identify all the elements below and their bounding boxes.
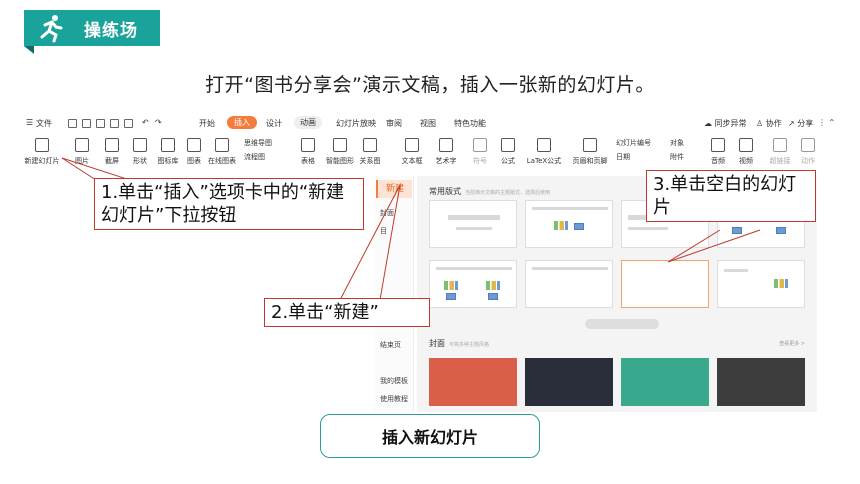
wordart-icon	[439, 138, 453, 152]
menu-bar: ☰ 文件 ↶ ↷ 开始 插入 设计 动画 幻灯片放映 审阅 视图 特色功能 ☁ …	[22, 116, 838, 134]
common-layout-title: 常用版式 当前演示文稿的主题版式，选择后使用	[429, 187, 551, 196]
tab-insert[interactable]: 插入	[227, 116, 257, 129]
online-chart-icon	[215, 138, 229, 152]
nav-cover[interactable]: 封面	[380, 208, 394, 218]
screenshot-icon	[105, 138, 119, 152]
ribbon: 新建幻灯片 图片 截屏 形状 图标库 图表 在线图表 思维导图 流程图 表格 智…	[22, 138, 838, 172]
preview-icon[interactable]	[124, 119, 133, 128]
date-button[interactable]: 日期	[616, 152, 630, 162]
latex-button[interactable]: LaTeX公式	[524, 138, 564, 166]
nav-tutorial[interactable]: 使用教程	[380, 394, 408, 404]
cover-template-1[interactable]	[429, 358, 517, 406]
cover-template-4[interactable]	[717, 358, 805, 406]
slide-number-button[interactable]: 幻灯片编号	[616, 138, 651, 148]
new-slide-button[interactable]: 新建幻灯片	[22, 138, 62, 166]
cover-template-3[interactable]	[621, 358, 709, 406]
callout-step-3: 3.单击空白的幻灯片	[646, 170, 816, 222]
header-footer-button[interactable]: 页眉和页脚	[570, 138, 610, 166]
nav-end[interactable]: 结束页	[380, 340, 401, 350]
attachment-button[interactable]: 附件	[670, 152, 684, 162]
menu-icon[interactable]: ☰	[26, 118, 33, 127]
open-icon[interactable]	[68, 119, 77, 128]
tab-slideshow[interactable]: 幻灯片放映	[336, 118, 376, 129]
relation-button[interactable]: 关系图	[350, 138, 390, 166]
nav-toc[interactable]: 目	[380, 226, 387, 236]
layout-comparison[interactable]	[429, 260, 517, 308]
video-icon	[739, 138, 753, 152]
share-button[interactable]: ↗ 分享	[788, 118, 813, 129]
smartart-icon	[333, 138, 347, 152]
tex-icon	[537, 138, 551, 152]
app-screenshot: ☰ 文件 ↶ ↷ 开始 插入 设计 动画 幻灯片放映 审阅 视图 特色功能 ☁ …	[22, 112, 838, 412]
new-slide-icon	[35, 138, 49, 152]
save-icon[interactable]	[82, 119, 91, 128]
section-tag: 操练场	[24, 10, 160, 46]
print-icon[interactable]	[110, 119, 119, 128]
action-button[interactable]: 动作	[788, 138, 828, 166]
tab-design[interactable]: 设计	[266, 118, 282, 129]
chart-icon	[187, 138, 201, 152]
collab-button[interactable]: ♙ 协作	[756, 118, 782, 129]
relation-icon	[363, 138, 377, 152]
cover-template-2[interactable]	[525, 358, 613, 406]
icon-library-icon	[161, 138, 175, 152]
layout-blank[interactable]	[621, 260, 709, 308]
textbox-icon	[405, 138, 419, 152]
audio-icon	[711, 138, 725, 152]
nav-my-templates[interactable]: 我的模板	[380, 376, 408, 386]
instruction-text: 打开“图书分享会”演示文稿，插入一张新的幻灯片。	[205, 74, 655, 96]
gallery-scroll-indicator[interactable]	[585, 319, 659, 329]
layout-title-content[interactable]	[525, 200, 613, 248]
picture-icon	[75, 138, 89, 152]
object-button[interactable]: 对象	[670, 138, 684, 148]
tag-fold	[24, 46, 34, 54]
export-icon[interactable]	[96, 119, 105, 128]
formula-button[interactable]: 公式	[488, 138, 528, 166]
pi-icon	[501, 138, 515, 152]
flowchart-button[interactable]: 流程图	[244, 152, 265, 162]
online-chart-button[interactable]: 在线图表	[202, 138, 242, 166]
callout-step-1: 1.单击“插入”选项卡中的“新建幻灯片”下拉按钮	[94, 178, 364, 230]
view-more-link[interactable]: 查看更多 >	[779, 340, 805, 347]
omega-icon	[473, 138, 487, 152]
tag-title: 操练场	[84, 20, 138, 41]
sync-status[interactable]: ☁ 同步异常	[704, 118, 747, 129]
header-footer-icon	[583, 138, 597, 152]
file-menu[interactable]: 文件	[36, 118, 52, 129]
tab-animation[interactable]: 动画	[294, 116, 322, 129]
layout-title[interactable]	[429, 200, 517, 248]
running-person-icon	[40, 15, 63, 43]
shape-icon	[133, 138, 147, 152]
tab-home[interactable]: 开始	[199, 118, 215, 129]
mindmap-button[interactable]: 思维导图	[244, 138, 272, 148]
new-slide-dropdown-nav: 新建 封面 目 结束页 我的模板 使用教程	[374, 176, 414, 412]
quick-access-toolbar	[68, 119, 133, 128]
link-icon	[773, 138, 787, 152]
cover-section-title: 封面 可将多种主题风格	[429, 339, 490, 348]
tab-special[interactable]: 特色功能	[454, 118, 486, 129]
layout-title-only[interactable]	[525, 260, 613, 308]
undo-icon[interactable]: ↶	[142, 118, 149, 127]
tab-view[interactable]: 视图	[420, 118, 436, 129]
layout-content-caption[interactable]	[717, 260, 805, 308]
bottom-caption: 插入新幻灯片	[320, 414, 540, 458]
callout-step-2: 2.单击“新建”	[264, 298, 430, 327]
nav-new[interactable]: 新建	[376, 180, 412, 198]
tab-review[interactable]: 审阅	[386, 118, 402, 129]
redo-icon[interactable]: ↷	[155, 118, 162, 127]
table-icon	[301, 138, 315, 152]
more-icon[interactable]: ⋮ ⌃	[818, 118, 835, 127]
play-icon	[801, 138, 815, 152]
